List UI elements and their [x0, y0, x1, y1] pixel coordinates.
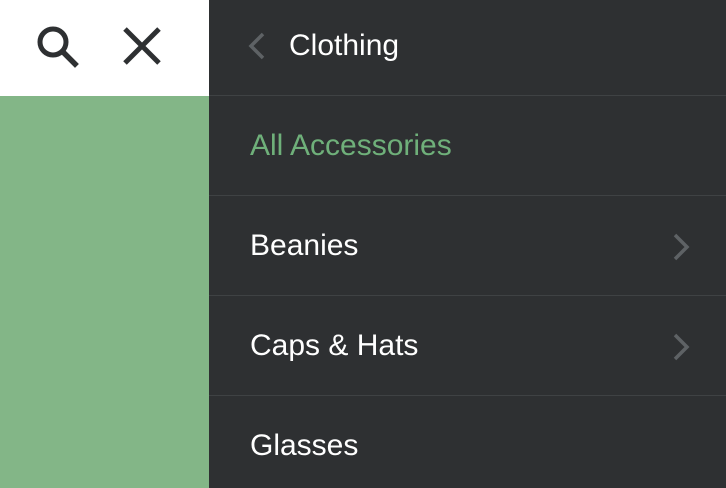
menu-item-caps-hats[interactable]: Caps & Hats — [209, 296, 726, 396]
menu-back-header[interactable]: Clothing — [209, 0, 726, 96]
app-root: Clothing All Accessories Beanies Caps & … — [0, 0, 726, 488]
close-button[interactable] — [118, 22, 166, 70]
close-icon — [123, 27, 161, 65]
chevron-right-icon — [673, 333, 690, 361]
menu-item-label: All Accessories — [250, 129, 452, 162]
chevron-right-icon — [673, 233, 690, 261]
page-backdrop — [0, 96, 209, 488]
menu-item-beanies[interactable]: Beanies — [209, 196, 726, 296]
search-button[interactable] — [33, 22, 81, 70]
left-column — [0, 0, 209, 488]
menu-item-label: Beanies — [250, 229, 359, 262]
menu-item-label: Caps & Hats — [250, 329, 419, 362]
chevron-left-icon — [248, 32, 265, 60]
search-icon — [37, 26, 79, 68]
menu-item-all-accessories[interactable]: All Accessories — [209, 96, 726, 196]
menu-title: Clothing — [289, 29, 400, 62]
menu-item-label: Glasses — [250, 429, 359, 462]
category-menu: Clothing All Accessories Beanies Caps & … — [209, 0, 726, 488]
menu-item-glasses[interactable]: Glasses — [209, 396, 726, 488]
top-toolbar — [0, 0, 209, 96]
